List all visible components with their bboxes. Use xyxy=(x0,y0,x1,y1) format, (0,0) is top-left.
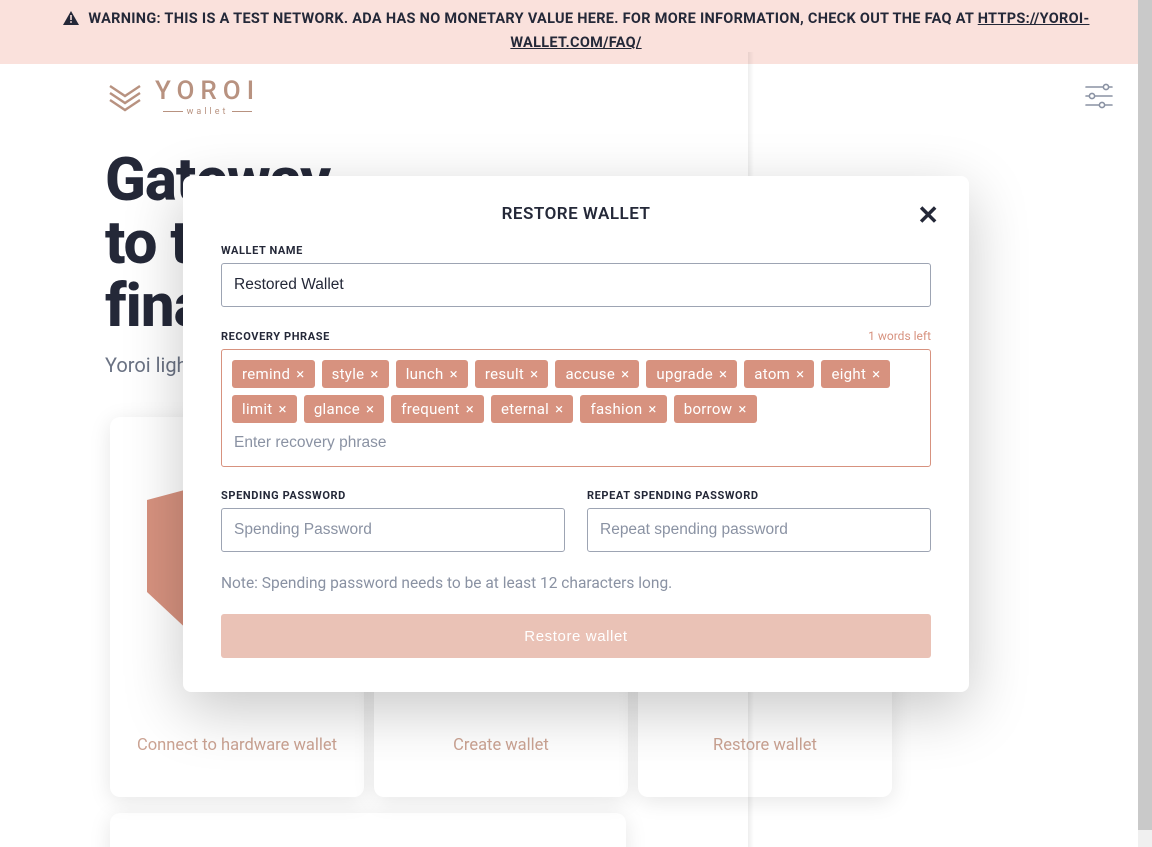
recovery-phrase-group: RECOVERY PHRASE 1 words left remind×styl… xyxy=(221,329,931,467)
chip-remove-icon[interactable]: × xyxy=(366,402,374,417)
chip-remove-icon[interactable]: × xyxy=(738,402,746,417)
spending-password-group: SPENDING PASSWORD xyxy=(221,489,565,552)
password-note: Note: Spending password needs to be at l… xyxy=(221,574,931,592)
chip-remove-icon[interactable]: × xyxy=(370,367,378,382)
recovery-word-chip[interactable]: glance × xyxy=(304,395,384,423)
recovery-phrase-input[interactable] xyxy=(232,430,920,456)
chip-remove-icon[interactable]: × xyxy=(648,402,656,417)
chip-word: borrow xyxy=(684,400,733,418)
recovery-word-chip[interactable]: eternal × xyxy=(491,395,573,423)
repeat-password-input[interactable] xyxy=(587,508,931,552)
recovery-phrase-label: RECOVERY PHRASE xyxy=(221,330,330,343)
chip-remove-icon[interactable]: × xyxy=(872,367,880,382)
spending-password-input[interactable] xyxy=(221,508,565,552)
chip-word: glance xyxy=(314,400,360,418)
chip-word: remind xyxy=(242,365,290,383)
chip-remove-icon[interactable]: × xyxy=(621,367,629,382)
wallet-name-group: WALLET NAME xyxy=(221,244,931,307)
restore-wallet-modal: RESTORE WALLET ✕ WALLET NAME RECOVERY PH… xyxy=(183,176,969,692)
recovery-word-chip[interactable]: upgrade × xyxy=(646,360,737,388)
chip-word: frequent xyxy=(401,400,459,418)
chip-word: result xyxy=(485,365,524,383)
wallet-name-label: WALLET NAME xyxy=(221,244,931,257)
recovery-word-chip[interactable]: accuse × xyxy=(555,360,639,388)
repeat-password-group: REPEAT SPENDING PASSWORD xyxy=(587,489,931,552)
recovery-word-chip[interactable]: lunch × xyxy=(396,360,468,388)
recovery-word-chip[interactable]: borrow × xyxy=(674,395,757,423)
recovery-word-chip[interactable]: remind × xyxy=(232,360,315,388)
chip-remove-icon[interactable]: × xyxy=(555,402,563,417)
words-left-counter: 1 words left xyxy=(868,329,931,343)
chip-word: limit xyxy=(242,400,273,418)
chip-remove-icon[interactable]: × xyxy=(719,367,727,382)
chip-remove-icon[interactable]: × xyxy=(279,402,287,417)
recovery-word-chip[interactable]: frequent × xyxy=(391,395,484,423)
modal-title: RESTORE WALLET xyxy=(221,204,931,224)
chip-remove-icon[interactable]: × xyxy=(450,367,458,382)
chip-remove-icon[interactable]: × xyxy=(296,367,304,382)
recovery-word-chip[interactable]: style × xyxy=(322,360,389,388)
modal-overlay: RESTORE WALLET ✕ WALLET NAME RECOVERY PH… xyxy=(0,0,1152,847)
repeat-password-label: REPEAT SPENDING PASSWORD xyxy=(587,489,931,502)
chip-remove-icon[interactable]: × xyxy=(796,367,804,382)
chip-word: fashion xyxy=(590,400,642,418)
chip-remove-icon[interactable]: × xyxy=(530,367,538,382)
chip-word: upgrade xyxy=(656,365,713,383)
wallet-name-input[interactable] xyxy=(221,263,931,307)
chip-word: accuse xyxy=(565,365,615,383)
chip-word: lunch xyxy=(406,365,444,383)
chip-remove-icon[interactable]: × xyxy=(466,402,474,417)
chip-word: style xyxy=(332,365,365,383)
recovery-word-chip[interactable]: limit × xyxy=(232,395,297,423)
restore-wallet-button[interactable]: Restore wallet xyxy=(221,614,931,658)
recovery-word-chip[interactable]: result × xyxy=(475,360,549,388)
chip-word: eight xyxy=(831,365,866,383)
close-icon[interactable]: ✕ xyxy=(917,202,939,228)
spending-password-label: SPENDING PASSWORD xyxy=(221,489,565,502)
password-row: SPENDING PASSWORD REPEAT SPENDING PASSWO… xyxy=(221,489,931,552)
chip-word: eternal xyxy=(501,400,549,418)
chip-word: atom xyxy=(754,365,790,383)
recovery-word-chip[interactable]: atom × xyxy=(744,360,814,388)
recovery-phrase-box[interactable]: remind×style×lunch×result×accuse×upgrade… xyxy=(221,349,931,467)
recovery-word-chip[interactable]: eight × xyxy=(821,360,890,388)
recovery-word-chip[interactable]: fashion × xyxy=(580,395,666,423)
